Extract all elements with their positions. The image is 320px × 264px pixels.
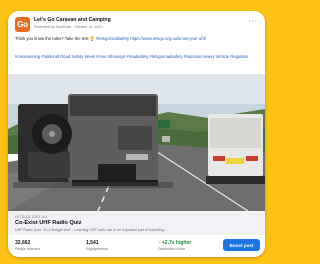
link-description: UHF Radio Quiz "10-4 Budget trial" - Lea… [15, 228, 168, 232]
reach-label: People reached [15, 247, 40, 251]
post-header: Go Let's Go Caravan and Camping Publishe… [15, 17, 259, 33]
link-title[interactable]: Co-Exist UHF Radio Quiz [15, 220, 82, 226]
reach-value: 32,662 [15, 240, 31, 246]
post-image[interactable] [8, 74, 265, 211]
distribution-value: ↑ +2.7x higher [158, 240, 192, 246]
post-card: Go Let's Go Caravan and Camping Publishe… [8, 11, 265, 257]
page-name[interactable]: Let's Go Caravan and Camping [34, 17, 111, 23]
post-link[interactable]: #letsgoroadsafety https://www.letsgo.org… [95, 36, 206, 41]
engagement-value: 1,541 [86, 240, 99, 246]
more-options-icon[interactable]: ··· [249, 18, 258, 25]
link-preview[interactable]: LETSGO.ORG.AU Co-Exist UHF Radio Quiz UH… [8, 211, 265, 235]
reach-stat: 32,662 People reached [15, 240, 40, 251]
post-text-main: Think you know the rules? Take the test [15, 36, 90, 41]
engagement-stat: 1,541 Engagements [86, 240, 108, 251]
post-text: Think you know the rules? Take the test … [15, 36, 258, 42]
boost-post-button[interactable]: Boost post [223, 239, 260, 251]
page-logo[interactable]: Go [15, 17, 30, 32]
distribution-label: Distribution score [158, 247, 186, 251]
post-hashtags[interactable]: #caravanning #National Road Safety Week … [15, 54, 258, 60]
insights-bar: 32,662 People reached 1,541 Engagements … [8, 235, 265, 257]
engagement-label: Engagements [86, 247, 108, 251]
link-domain: LETSGO.ORG.AU [15, 215, 47, 219]
distribution-stat: ↑ +2.7x higher Distribution score [158, 240, 191, 251]
post-meta: Published by HootSuite · October 14, 202… [34, 24, 105, 29]
